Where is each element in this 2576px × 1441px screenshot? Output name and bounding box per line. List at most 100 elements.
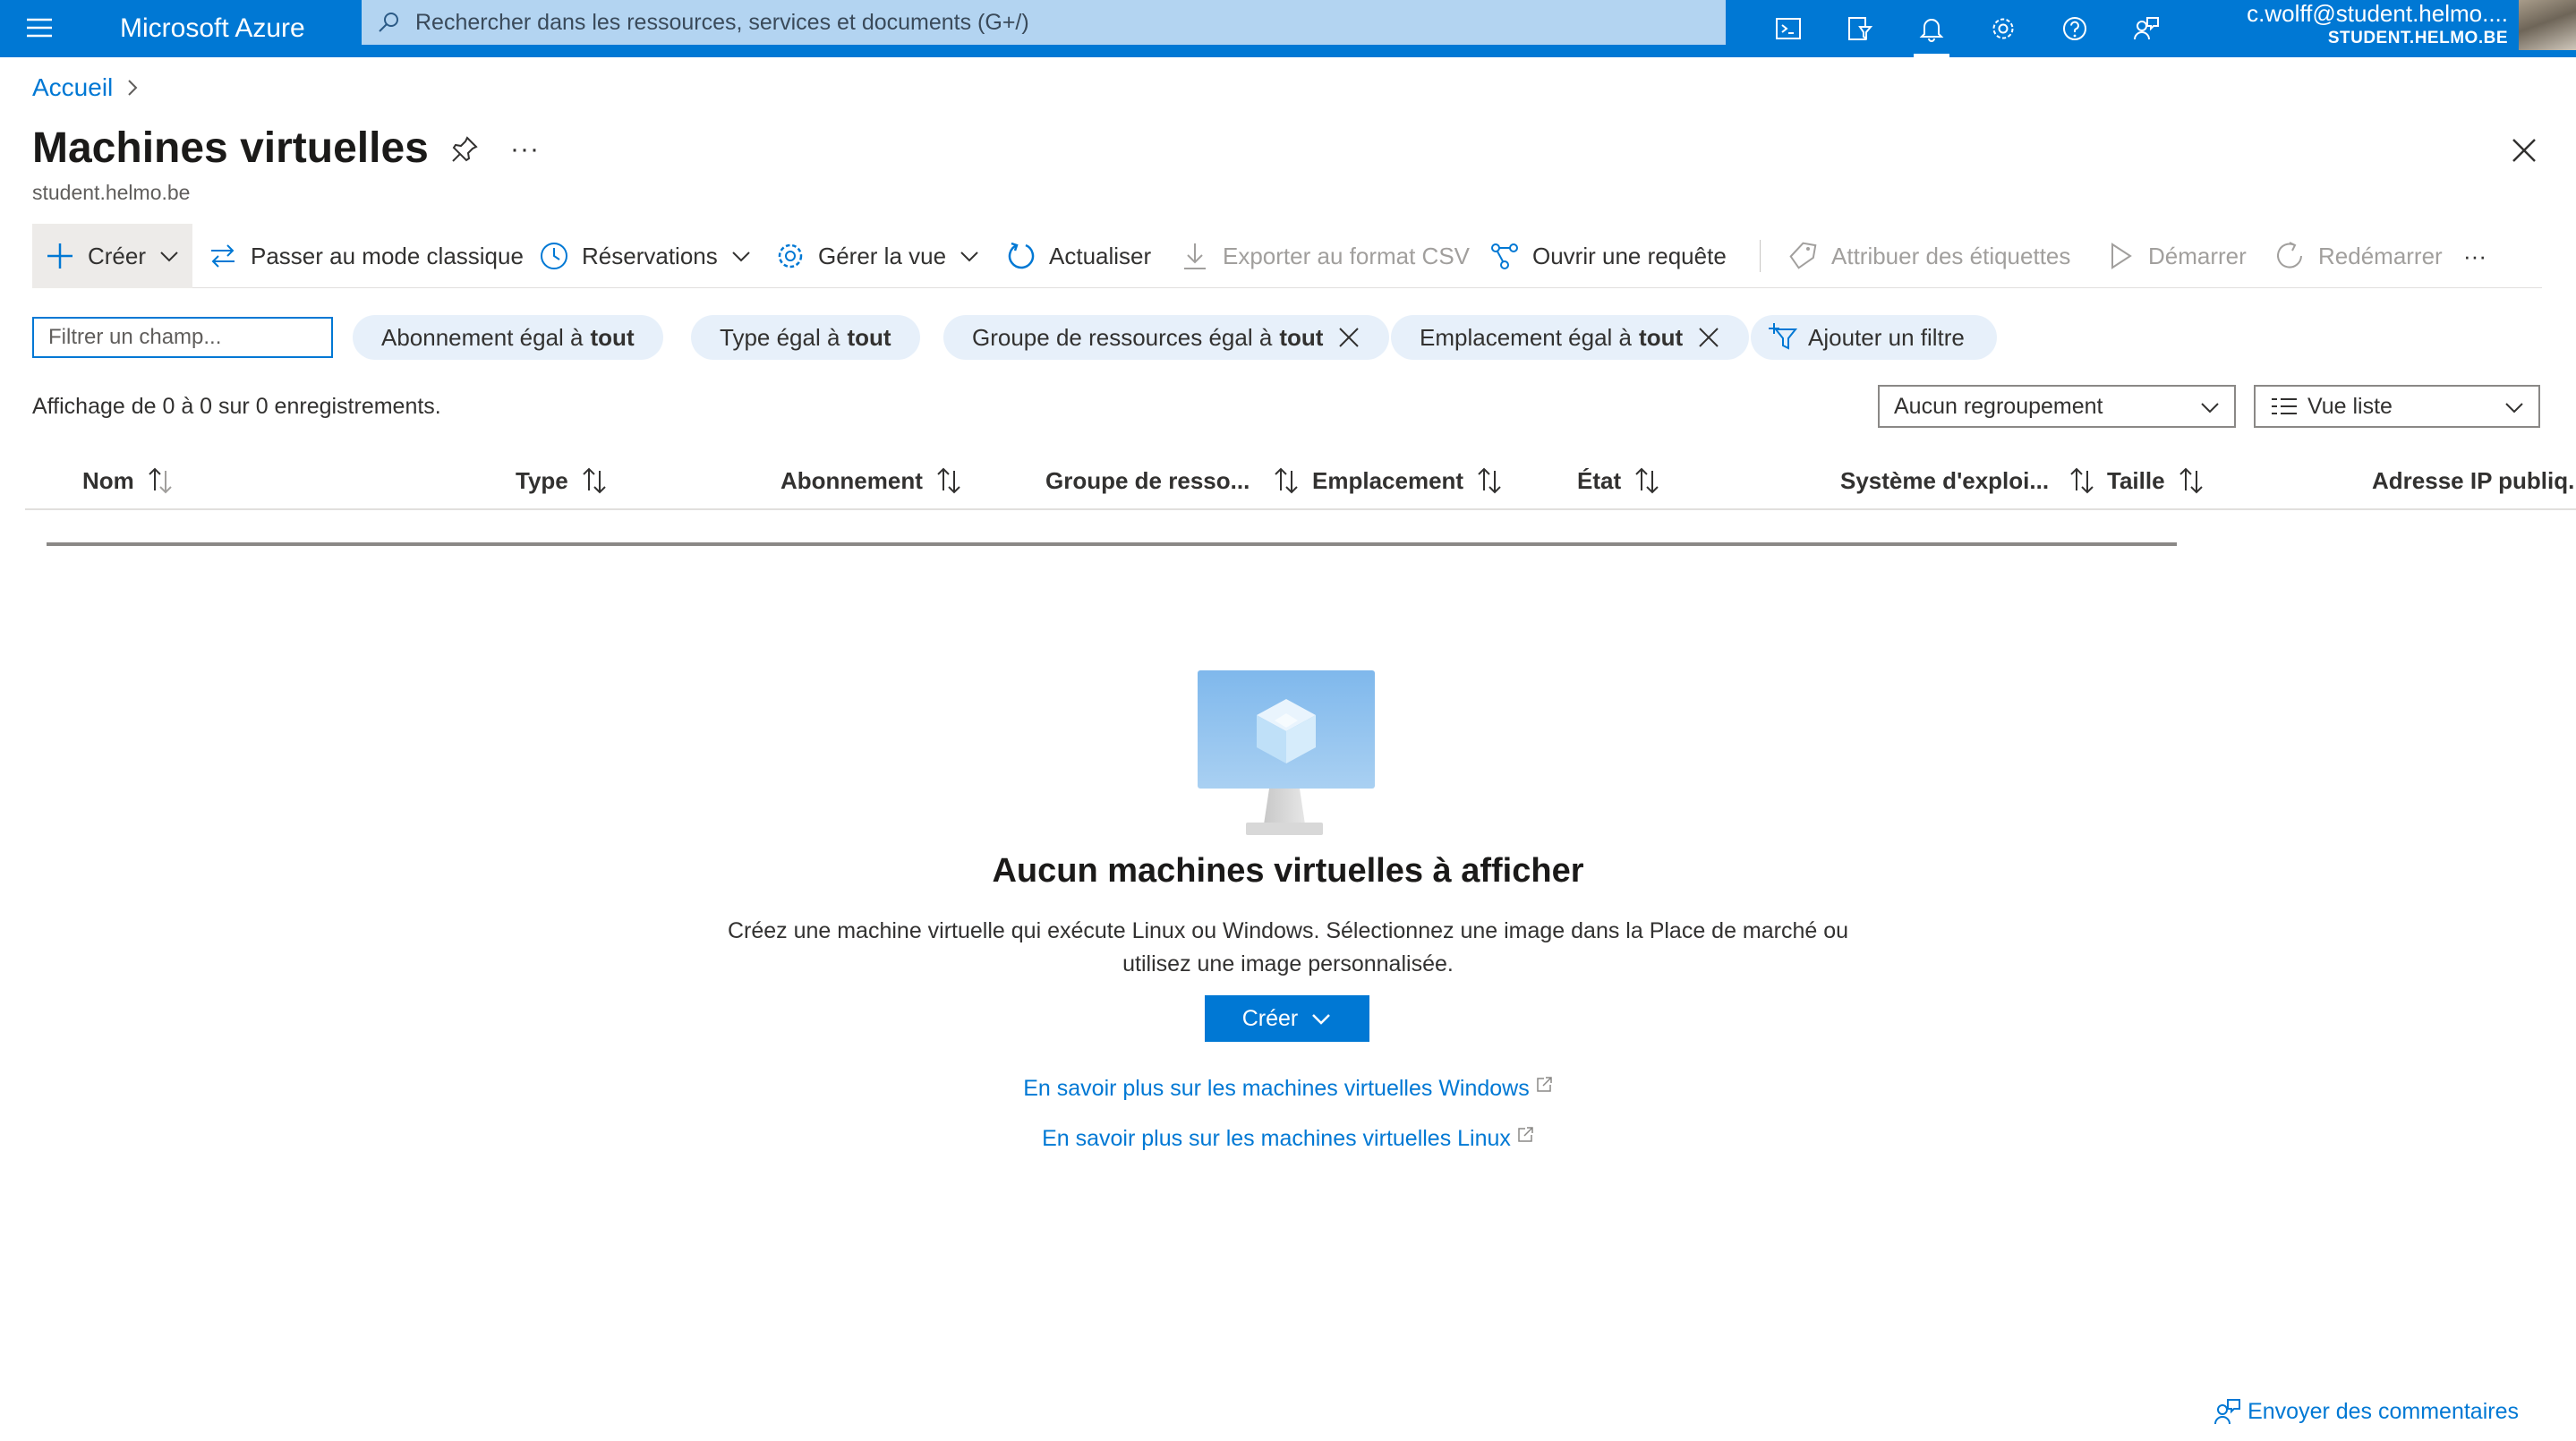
chevron-down-icon — [2505, 403, 2523, 414]
reservations-label: Réservations — [582, 242, 718, 269]
brand-title[interactable]: Microsoft Azure — [120, 7, 305, 50]
open-query-label: Ouvrir une requête — [1532, 242, 1727, 269]
add-filter-icon — [1769, 323, 1798, 350]
remove-filter-icon[interactable] — [1337, 326, 1361, 349]
create-label: Créer — [88, 242, 147, 269]
start-button[interactable]: Démarrer — [2105, 224, 2247, 288]
search-icon — [379, 13, 398, 32]
page-title: Machines virtuelles — [32, 124, 429, 172]
feedback-icon[interactable] — [2125, 7, 2168, 50]
column-header-resource-group[interactable]: Groupe de resso... — [1045, 453, 1301, 508]
filter-pill-value: tout — [1279, 323, 1324, 351]
filter-pill-subscription[interactable]: Abonnement égal à tout — [353, 315, 663, 360]
cloud-shell-icon[interactable] — [1767, 7, 1810, 50]
page-subtitle: student.helmo.be — [32, 181, 191, 204]
filter-pill-value: tout — [1639, 323, 1684, 351]
more-commands-button[interactable]: ··· — [2463, 224, 2486, 288]
export-csv-button[interactable]: Exporter au format CSV — [1180, 224, 1470, 288]
column-header-subscription[interactable]: Abonnement — [780, 453, 964, 508]
restart-button[interactable]: Redémarrer — [2275, 224, 2443, 288]
column-header-type[interactable]: Type — [516, 453, 610, 508]
send-feedback-link[interactable]: Envoyer des commentaires — [2212, 1396, 2519, 1427]
column-label: Emplacement — [1312, 466, 1464, 494]
help-icon[interactable] — [2053, 7, 2096, 50]
column-header-size[interactable]: Taille — [2107, 453, 2206, 508]
view-dropdown[interactable]: Vue liste — [2254, 385, 2540, 428]
manage-view-label: Gérer la vue — [818, 242, 947, 269]
column-header-location[interactable]: Emplacement — [1312, 453, 1505, 508]
refresh-label: Actualiser — [1049, 242, 1152, 269]
reservations-button[interactable]: Réservations — [539, 224, 752, 288]
classic-mode-button[interactable]: Passer au mode classique — [208, 224, 524, 288]
column-label: Système d'exploi... — [1840, 466, 2050, 494]
play-icon — [2111, 243, 2132, 269]
start-label: Démarrer — [2148, 242, 2247, 269]
add-filter-button[interactable]: Ajouter un filtre — [1751, 315, 1997, 360]
filter-pill-label: Type égal à — [720, 323, 840, 351]
tag-icon — [1789, 242, 1817, 269]
column-header-name[interactable]: Nom — [82, 453, 175, 508]
menu-icon[interactable] — [25, 13, 57, 45]
learn-more-windows-link[interactable]: En savoir plus sur les machines virtuell… — [0, 1076, 2576, 1102]
breadcrumb-home[interactable]: Accueil — [32, 73, 113, 102]
column-label: Taille — [2107, 466, 2165, 494]
manage-view-button[interactable]: Gérer la vue — [775, 224, 980, 288]
column-header-os[interactable]: Système d'exploi... — [1840, 453, 2097, 508]
more-options-icon[interactable]: ··· — [510, 134, 540, 165]
classic-mode-label: Passer au mode classique — [251, 242, 524, 269]
empty-state-description: Créez une machine virtuelle qui exécute … — [0, 915, 2576, 981]
chevron-down-icon — [2201, 403, 2219, 414]
assign-tags-button[interactable]: Attribuer des étiquettes — [1788, 224, 2070, 288]
list-view-icon — [2272, 398, 2297, 414]
chevron-down-icon — [160, 252, 178, 262]
filter-pill-resource-group[interactable]: Groupe de ressources égal à tout — [943, 315, 1390, 360]
breadcrumb: Accueil — [32, 73, 140, 102]
export-csv-label: Exporter au format CSV — [1223, 242, 1470, 269]
chevron-down-icon — [960, 252, 978, 262]
column-label: Nom — [82, 466, 134, 494]
learn-more-linux-label: En savoir plus sur les machines virtuell… — [1042, 1126, 1511, 1151]
feedback-icon — [2214, 1399, 2241, 1425]
filter-pill-value: tout — [590, 323, 635, 351]
settings-icon[interactable] — [1982, 7, 2025, 50]
column-label: Abonnement — [780, 466, 923, 494]
create-button[interactable]: Créer — [32, 224, 193, 288]
refresh-icon — [1008, 242, 1035, 269]
filter-field-input[interactable]: Filtrer un champ... — [32, 317, 333, 358]
loading-progress-bar — [47, 542, 2177, 546]
directory-filter-icon[interactable] — [1838, 7, 1881, 50]
filter-pill-location[interactable]: Emplacement égal à tout — [1391, 315, 1750, 360]
download-icon — [1184, 243, 1206, 269]
empty-state-create-button[interactable]: Créer — [1205, 995, 1369, 1042]
chevron-right-icon — [128, 80, 138, 96]
filter-pill-label: Abonnement égal à — [381, 323, 584, 351]
grouping-dropdown[interactable]: Aucun regroupement — [1878, 385, 2236, 428]
sort-icon — [1635, 467, 1659, 494]
plus-icon — [47, 243, 73, 269]
view-value: Vue liste — [2307, 393, 2393, 419]
column-header-public-ip[interactable]: Adresse IP publiq... — [2372, 453, 2576, 508]
column-header-state[interactable]: État — [1577, 453, 1662, 508]
external-link-icon — [1518, 1127, 1533, 1142]
column-label: Adresse IP publiq... — [2372, 466, 2576, 494]
filter-pill-type[interactable]: Type égal à tout — [691, 315, 920, 360]
sort-icon — [2179, 467, 2203, 494]
account-menu[interactable]: c.wolff@student.helmo.... STUDENT.HELMO.… — [2247, 0, 2508, 50]
restart-label: Redémarrer — [2318, 242, 2443, 269]
pin-icon[interactable] — [449, 134, 480, 165]
send-feedback-label: Envoyer des commentaires — [2248, 1398, 2519, 1424]
grouping-value: Aucun regroupement — [1894, 393, 2103, 419]
empty-state-line-1: Créez une machine virtuelle qui exécute … — [727, 918, 1849, 943]
close-icon[interactable] — [2508, 134, 2540, 166]
refresh-button[interactable]: Actualiser — [1006, 224, 1151, 288]
notifications-icon[interactable] — [1910, 7, 1953, 57]
open-query-button[interactable]: Ouvrir une requête — [1489, 224, 1727, 288]
sort-icon — [583, 467, 606, 494]
empty-state-line-2: utilisez une image personnalisée. — [1122, 951, 1454, 976]
avatar[interactable] — [2519, 0, 2576, 50]
global-search[interactable]: Rechercher dans les ressources, services… — [362, 0, 1726, 45]
remove-filter-icon[interactable] — [1697, 326, 1720, 349]
chevron-down-icon — [732, 252, 750, 262]
virtual-machine-icon — [1198, 670, 1375, 835]
learn-more-linux-link[interactable]: En savoir plus sur les machines virtuell… — [0, 1126, 2576, 1152]
